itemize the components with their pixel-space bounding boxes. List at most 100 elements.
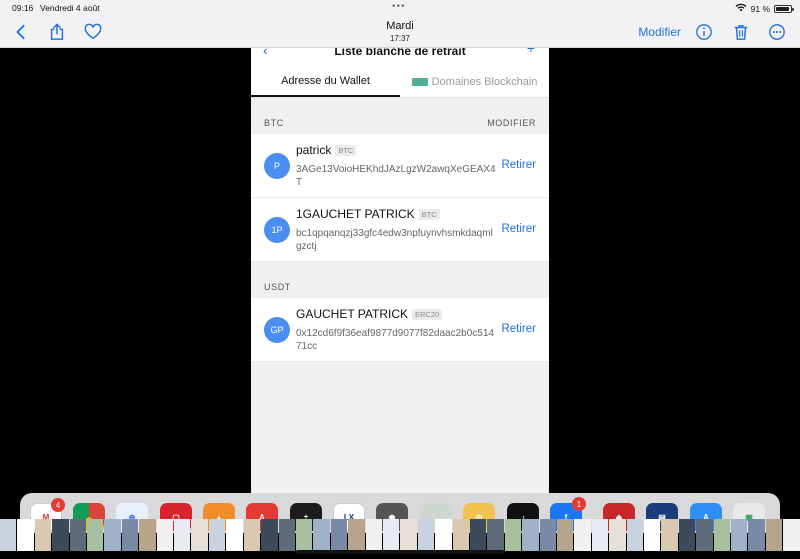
app-thumbnail[interactable] — [452, 519, 469, 551]
edit-button[interactable]: Modifier — [638, 25, 681, 39]
app-thumbnail[interactable] — [208, 519, 226, 551]
tab-label: Domaines Blockchain — [431, 75, 538, 88]
app-thumbnail[interactable] — [17, 519, 34, 551]
app-thumbnail[interactable] — [34, 519, 52, 551]
entry-name-row: GAUCHET PATRICK ERC20 — [296, 307, 443, 321]
app-thumbnail[interactable] — [104, 519, 121, 551]
app-thumbnail[interactable] — [382, 519, 400, 551]
app-thumbnail[interactable] — [348, 519, 365, 551]
app-thumbnail[interactable] — [52, 519, 69, 551]
entry-address: 0x12cd6f9f36eaf9877d9077f82daac2b0c51471… — [296, 328, 494, 352]
tab-bar: Adresse du Wallet Domaines Blockchain — [251, 66, 549, 98]
section-header-usdt: USDT — [251, 262, 549, 298]
trash-icon[interactable] — [731, 22, 751, 42]
section-title: USDT — [264, 282, 291, 292]
modify-button[interactable]: MODIFIER — [487, 118, 536, 128]
more-icon[interactable] — [767, 22, 787, 42]
app-thumbnail[interactable] — [278, 519, 295, 551]
tab-wallet-address[interactable]: Adresse du Wallet — [251, 66, 400, 97]
entry-address: 3AGe13VoioHEKhdJAzLgzW2awqXeGEAX4T — [296, 164, 496, 188]
network-chip: ERC20 — [412, 308, 443, 320]
app-thumbnail[interactable] — [626, 519, 644, 551]
app-title: Liste blanche de retrait — [334, 48, 466, 58]
entry-name-row: patrick BTC — [296, 143, 357, 157]
withdraw-button[interactable]: Retirer — [501, 159, 536, 171]
add-icon[interactable]: + — [527, 48, 535, 56]
app-thumbnail[interactable] — [330, 519, 348, 551]
avatar: GP — [264, 317, 290, 343]
status-indicators: 91 % — [735, 3, 794, 14]
app-thumbnail[interactable] — [313, 519, 330, 551]
app-thumbnail[interactable] — [87, 519, 104, 551]
avatar: 1P — [264, 217, 290, 243]
app-thumbnail[interactable] — [539, 519, 556, 551]
multitasking-dots[interactable]: ••• — [392, 1, 406, 12]
info-icon[interactable] — [694, 22, 714, 42]
entry-name: 1GAUCHET PATRICK — [296, 207, 415, 221]
app-thumbnail[interactable] — [522, 519, 539, 551]
battery-icon — [774, 4, 794, 13]
app-thumbnail[interactable] — [69, 519, 87, 551]
home-indicator[interactable] — [296, 550, 504, 554]
app-thumbnail[interactable] — [487, 519, 504, 551]
battery-percent: 91 % — [750, 3, 770, 14]
back-chevron-icon[interactable] — [11, 22, 31, 42]
app-thumbnail[interactable] — [121, 519, 139, 551]
app-screenshot: ‹ Liste blanche de retrait + Adresse du … — [251, 48, 549, 494]
app-thumbnail[interactable] — [748, 519, 765, 551]
entry-name: patrick — [296, 143, 332, 157]
heart-icon[interactable] — [83, 22, 103, 42]
app-thumbnail[interactable] — [365, 519, 382, 551]
avatar: P — [264, 153, 290, 179]
wifi-icon — [735, 3, 747, 14]
section-header-btc: BTC MODIFIER — [251, 98, 549, 134]
app-thumbnail[interactable] — [783, 519, 800, 551]
section-title: BTC — [264, 118, 284, 128]
app-thumbnail[interactable] — [435, 519, 452, 551]
tab-label: Adresse du Wallet — [281, 74, 370, 87]
app-thumbnail[interactable] — [243, 519, 261, 551]
address-entry[interactable]: 1P 1GAUCHET PATRICK BTC bc1qpqanqzj33gfc… — [251, 198, 549, 262]
entry-name: GAUCHET PATRICK — [296, 307, 409, 321]
app-switcher-strip — [0, 519, 800, 551]
address-entry[interactable]: GP GAUCHET PATRICK ERC20 0x12cd6f9f36eaf… — [251, 298, 549, 362]
battery-level — [776, 6, 789, 11]
app-thumbnail[interactable] — [504, 519, 522, 551]
withdraw-button[interactable]: Retirer — [501, 223, 536, 235]
app-thumbnail[interactable] — [574, 519, 591, 551]
app-thumbnail[interactable] — [678, 519, 696, 551]
address-entry[interactable]: P patrick BTC 3AGe13VoioHEKhdJAzLgzW2awq… — [251, 134, 549, 198]
app-header: ‹ Liste blanche de retrait + — [251, 48, 549, 66]
status-date: Vendredi 4 août — [40, 3, 100, 13]
app-thumbnail[interactable] — [295, 519, 313, 551]
share-icon[interactable] — [47, 22, 67, 42]
withdraw-button[interactable]: Retirer — [501, 323, 536, 335]
app-thumbnail[interactable] — [591, 519, 609, 551]
entry-address: bc1qpqanqzj33gfc4edw3npfuynvhsmkdaqmlgzc… — [296, 228, 493, 252]
notification-badge: 1 — [572, 497, 586, 511]
app-thumbnail[interactable] — [661, 519, 678, 551]
app-thumbnail[interactable] — [557, 519, 574, 551]
network-chip: BTC — [335, 144, 357, 156]
app-thumbnail[interactable] — [156, 519, 174, 551]
app-thumbnail[interactable] — [696, 519, 713, 551]
status-time: 09:16 — [12, 3, 34, 13]
app-thumbnail[interactable] — [469, 519, 487, 551]
app-thumbnail[interactable] — [644, 519, 661, 551]
blockchain-domain-icon — [411, 77, 428, 86]
app-thumbnail[interactable] — [400, 519, 417, 551]
tab-blockchain-domains[interactable]: Domaines Blockchain — [400, 66, 549, 97]
app-thumbnail[interactable] — [713, 519, 731, 551]
app-thumbnail[interactable] — [261, 519, 278, 551]
app-thumbnail[interactable] — [0, 519, 17, 551]
app-thumbnail[interactable] — [731, 519, 748, 551]
entry-name-row: 1GAUCHET PATRICK BTC — [296, 207, 440, 221]
app-thumbnail[interactable] — [174, 519, 191, 551]
app-thumbnail[interactable] — [417, 519, 435, 551]
app-thumbnail[interactable] — [609, 519, 626, 551]
app-thumbnail[interactable] — [226, 519, 243, 551]
top-toolbar: 09:16 Vendredi 4 août ••• 91 % Mardi 17:… — [0, 0, 800, 48]
app-thumbnail[interactable] — [139, 519, 156, 551]
app-thumbnail[interactable] — [191, 519, 208, 551]
app-thumbnail[interactable] — [765, 519, 783, 551]
